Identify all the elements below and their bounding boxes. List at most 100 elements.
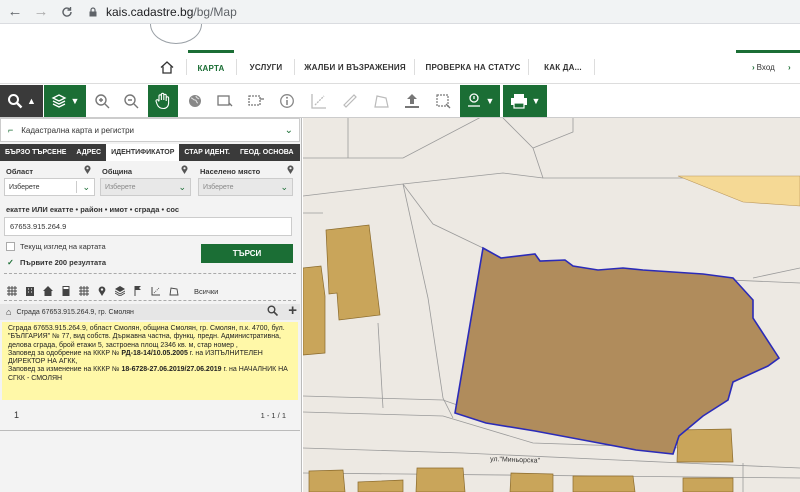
divider	[0, 430, 300, 431]
cadastral-map[interactable]: ул."Миньорска"	[303, 118, 800, 492]
chevron-up-icon: ▲	[27, 96, 36, 106]
nav-separator	[528, 59, 529, 75]
zoom-out-button[interactable]	[119, 85, 143, 117]
selected-building[interactable]	[454, 246, 781, 455]
identifier-value: 67653.915.264.9	[10, 222, 67, 231]
chevron-down-icon: ⌄	[280, 182, 288, 192]
info-button[interactable]	[274, 85, 300, 117]
info-icon	[280, 94, 294, 108]
crop-button[interactable]	[430, 85, 456, 117]
select-area-button[interactable]	[243, 85, 269, 117]
oblast-select[interactable]: Изберете ⌄	[4, 178, 95, 196]
result-header[interactable]: ⌂ Сграда 67653.915.264.9, гр. Смолян +	[0, 302, 300, 320]
yellow-parcel	[677, 175, 800, 207]
ruler-button[interactable]	[337, 85, 363, 117]
nav-map[interactable]: КАРТА	[188, 50, 234, 84]
building-filter-icon[interactable]	[22, 284, 37, 298]
main-navigation: КАРТА УСЛУГИ ЖАЛБИ И ВЪЗРАЖЕНИЯ ПРОВЕРКА…	[0, 50, 800, 84]
chevron-down-icon: ▼	[70, 96, 80, 106]
grid-filter-icon[interactable]	[4, 284, 19, 298]
print-button[interactable]: ▼	[503, 85, 547, 117]
building[interactable]	[415, 467, 466, 492]
tab-geodetic-base[interactable]: ГЕОД. ОСНОВА	[235, 144, 299, 161]
reload-button[interactable]	[56, 1, 78, 23]
naseleno-select[interactable]: Изберете ⌄	[198, 178, 293, 196]
select-rect-icon	[217, 95, 233, 107]
amendment-order-number: 18-6728-27.06.2019/27.06.2019	[121, 366, 222, 374]
nav-complaints[interactable]: ЖАЛБИ И ВЪЗРАЖЕНИЯ	[298, 50, 412, 84]
measure-button[interactable]	[306, 85, 332, 117]
calculator-filter-icon[interactable]	[58, 284, 73, 298]
site-header	[0, 24, 800, 50]
first200-checkbox[interactable]: ✓ Първите 200 резултата	[6, 258, 106, 267]
print-icon	[510, 94, 527, 109]
zoom-in-button[interactable]	[90, 85, 114, 117]
grid2-filter-icon[interactable]	[76, 284, 91, 298]
building[interactable]	[572, 475, 636, 492]
tab-quick-search[interactable]: БЪРЗО ТЪРСЕНЕ	[0, 144, 71, 161]
select-area-icon	[248, 95, 264, 106]
tab-address[interactable]: АДРЕС	[71, 144, 106, 161]
search-icon[interactable]	[267, 305, 279, 319]
login-link[interactable]: › Вход	[752, 50, 775, 84]
oblast-value: Изберете	[9, 183, 40, 191]
search-tool-button[interactable]: ▲	[0, 85, 43, 117]
flag-filter-icon[interactable]	[130, 284, 145, 298]
browser-bar: ← → kais.cadastre.bg/bg/Map	[0, 0, 800, 24]
obshtina-select[interactable]: Изберете ⌄	[100, 178, 191, 196]
all-filter-label[interactable]: Всички	[194, 287, 218, 296]
current-view-checkbox[interactable]: Текущ изглед на картата	[6, 242, 106, 251]
location-filter-icon[interactable]	[94, 284, 109, 298]
register-link[interactable]: ›	[788, 50, 793, 84]
chevron-down-icon: ⌄	[82, 182, 90, 192]
building[interactable]	[308, 469, 346, 492]
add-icon[interactable]: +	[288, 302, 297, 319]
nav-status-check[interactable]: ПРОВЕРКА НА СТАТУС	[420, 50, 526, 84]
polygon-filter-icon[interactable]	[166, 284, 181, 298]
building[interactable]	[303, 265, 326, 356]
check-icon: ✓	[7, 258, 14, 267]
pagination: 1 1 - 1 / 1	[0, 404, 300, 426]
back-button[interactable]: ←	[4, 1, 26, 23]
home-filter-icon[interactable]	[40, 284, 55, 298]
building[interactable]	[682, 477, 734, 492]
polygon-button[interactable]	[368, 85, 394, 117]
home-icon: ⌂	[6, 307, 12, 317]
nav-services[interactable]: УСЛУГИ	[240, 50, 292, 84]
pin-icon	[84, 165, 91, 174]
result-info-box: Сграда 67653.915.264.9, област Смолян, о…	[2, 322, 298, 400]
building[interactable]	[509, 472, 554, 492]
agency-logo	[150, 24, 202, 44]
building[interactable]	[676, 428, 734, 463]
address-bar[interactable]: kais.cadastre.bg/bg/Map	[88, 5, 237, 19]
pin-settings-button[interactable]: ▼	[460, 85, 500, 117]
building[interactable]	[357, 479, 404, 492]
layer-dropdown[interactable]: ⌐ Кадастрална карта и регистри ⌄	[0, 118, 300, 142]
pan-button[interactable]	[148, 85, 178, 117]
building[interactable]	[325, 224, 381, 321]
globe-button[interactable]	[183, 85, 207, 117]
tab-old-identifier[interactable]: СТАР ИДЕНТ.	[179, 144, 235, 161]
layers-tool-button[interactable]: ▼	[44, 85, 86, 117]
oblast-label: Област	[6, 167, 34, 176]
forward-button[interactable]: →	[30, 1, 52, 23]
layers-filter-icon[interactable]	[112, 284, 127, 298]
zoom-in-icon	[95, 94, 110, 109]
upload-button[interactable]	[399, 85, 425, 117]
obshtina-value: Изберете	[105, 183, 136, 191]
tab-identifier[interactable]: ИДЕНТИФИКАТОР	[106, 144, 180, 161]
result-title: Сграда 67653.915.264.9, гр. Смолян	[16, 308, 134, 316]
search-tabs: БЪРЗО ТЪРСЕНЕ АДРЕС ИДЕНТИФИКАТОР СТАР И…	[0, 144, 300, 161]
identifier-input[interactable]: 67653.915.264.9	[4, 217, 292, 236]
search-icon	[8, 94, 23, 109]
page-number[interactable]: 1	[14, 410, 19, 420]
map-canvas[interactable]: ул."Миньорска"	[303, 118, 800, 492]
search-button[interactable]: ТЪРСИ	[201, 244, 293, 263]
select-rect-button[interactable]	[212, 85, 238, 117]
search-sidebar: ⌐ Кадастрална карта и регистри ⌄ БЪРЗО Т…	[0, 118, 302, 492]
nav-home[interactable]	[152, 50, 182, 84]
nav-how-to[interactable]: КАК ДА...	[536, 50, 590, 84]
amendment-order: Заповед за изменение на КККР № 18-6728-2…	[8, 366, 288, 382]
corner-filter-icon[interactable]	[148, 284, 163, 298]
upload-icon	[405, 94, 419, 108]
